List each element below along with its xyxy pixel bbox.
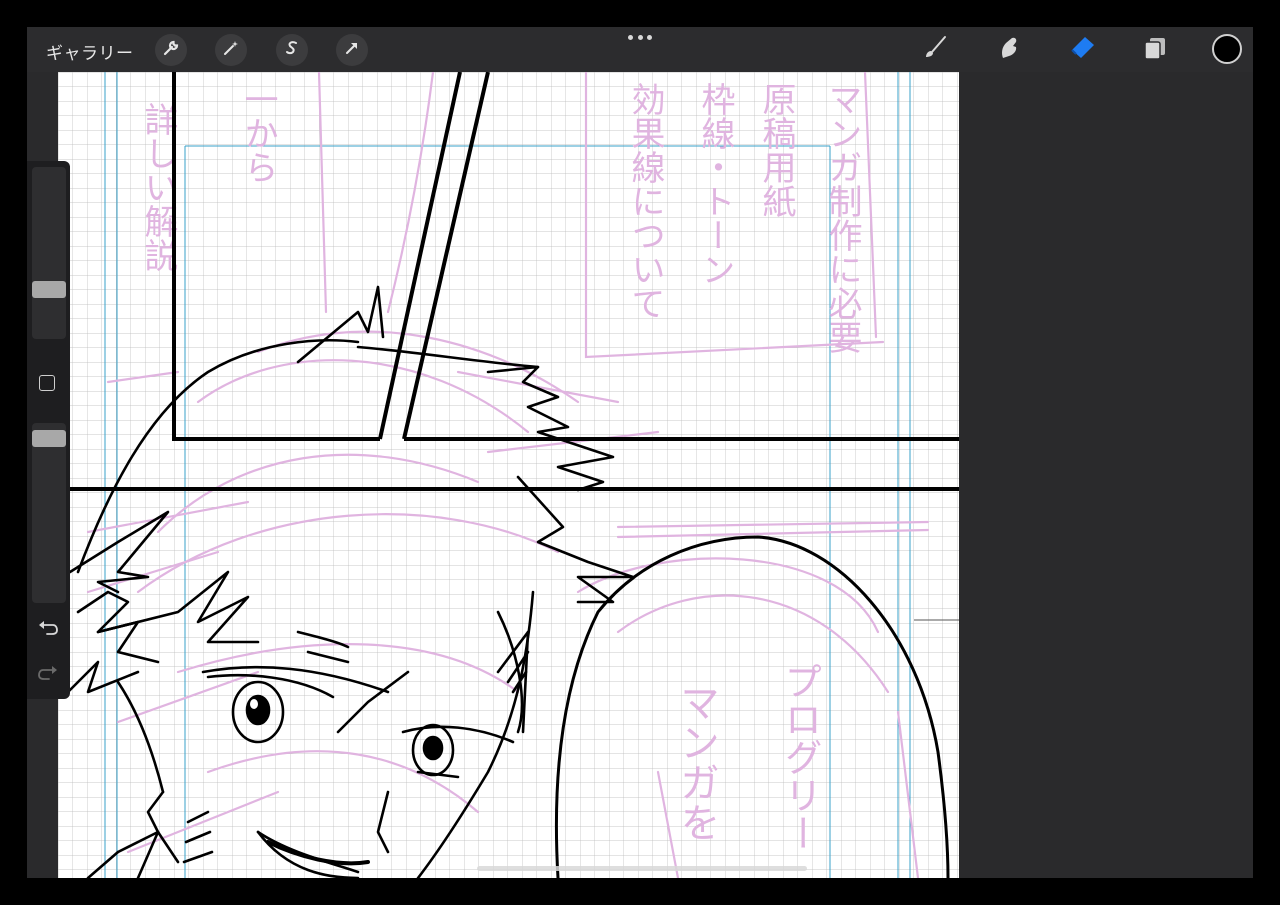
top-toolbar: ギャラリー <box>27 27 1253 72</box>
redo-button[interactable] <box>37 664 59 682</box>
sketch-note-b: 一から <box>238 82 278 184</box>
eraser-tool-button[interactable] <box>1065 33 1099 67</box>
left-sidebar <box>27 161 70 699</box>
more-dots-icon[interactable] <box>628 31 652 43</box>
device-screen: ギャラリー 詳しい解説 一から 効果線について 枠線・トーン 原稿用紙 マンガ制… <box>27 27 1253 878</box>
eraser-icon <box>1067 33 1097 67</box>
brush-icon <box>920 33 950 67</box>
sketch-note-f: マンガ制作に必要 <box>822 82 862 354</box>
selection-s-icon <box>283 39 301 61</box>
wrench-icon <box>162 39 180 61</box>
gallery-button[interactable]: ギャラリー <box>46 39 134 64</box>
brush-size-slider[interactable] <box>32 167 66 339</box>
actions-button[interactable] <box>155 34 187 66</box>
drawing-canvas[interactable]: 詳しい解説 一から 効果線について 枠線・トーン 原稿用紙 マンガ制作に必要 マ… <box>58 72 959 878</box>
canvas-artwork: 詳しい解説 一から 効果線について 枠線・トーン 原稿用紙 マンガ制作に必要 マ… <box>58 72 959 878</box>
opacity-slider-thumb[interactable] <box>32 430 66 447</box>
sketch-note-c: 効果線について <box>625 82 665 320</box>
square-icon[interactable] <box>39 375 55 391</box>
transform-button[interactable] <box>336 34 368 66</box>
selection-button[interactable] <box>276 34 308 66</box>
sketch-note-e: 原稿用紙 <box>756 82 796 218</box>
layers-button[interactable] <box>1138 33 1172 67</box>
magic-wand-icon <box>222 39 240 61</box>
sketch-note-h: プログリー <box>778 662 822 852</box>
undo-arrow-icon <box>37 621 59 641</box>
layers-icon <box>1140 33 1170 67</box>
home-indicator[interactable] <box>477 866 807 871</box>
smudge-icon <box>994 33 1024 67</box>
smudge-tool-button[interactable] <box>992 33 1026 67</box>
adjustments-button[interactable] <box>215 34 247 66</box>
color-well-icon[interactable] <box>1212 34 1242 64</box>
brush-size-slider-thumb[interactable] <box>32 281 66 298</box>
opacity-slider[interactable] <box>32 423 66 603</box>
brush-tool-button[interactable] <box>918 33 952 67</box>
arrow-cursor-icon <box>343 39 361 61</box>
redo-arrow-icon <box>37 666 59 686</box>
sketch-note-d: 枠線・トーン <box>695 82 735 286</box>
sketch-note-g: マンガを <box>673 682 719 842</box>
undo-button[interactable] <box>37 619 59 637</box>
